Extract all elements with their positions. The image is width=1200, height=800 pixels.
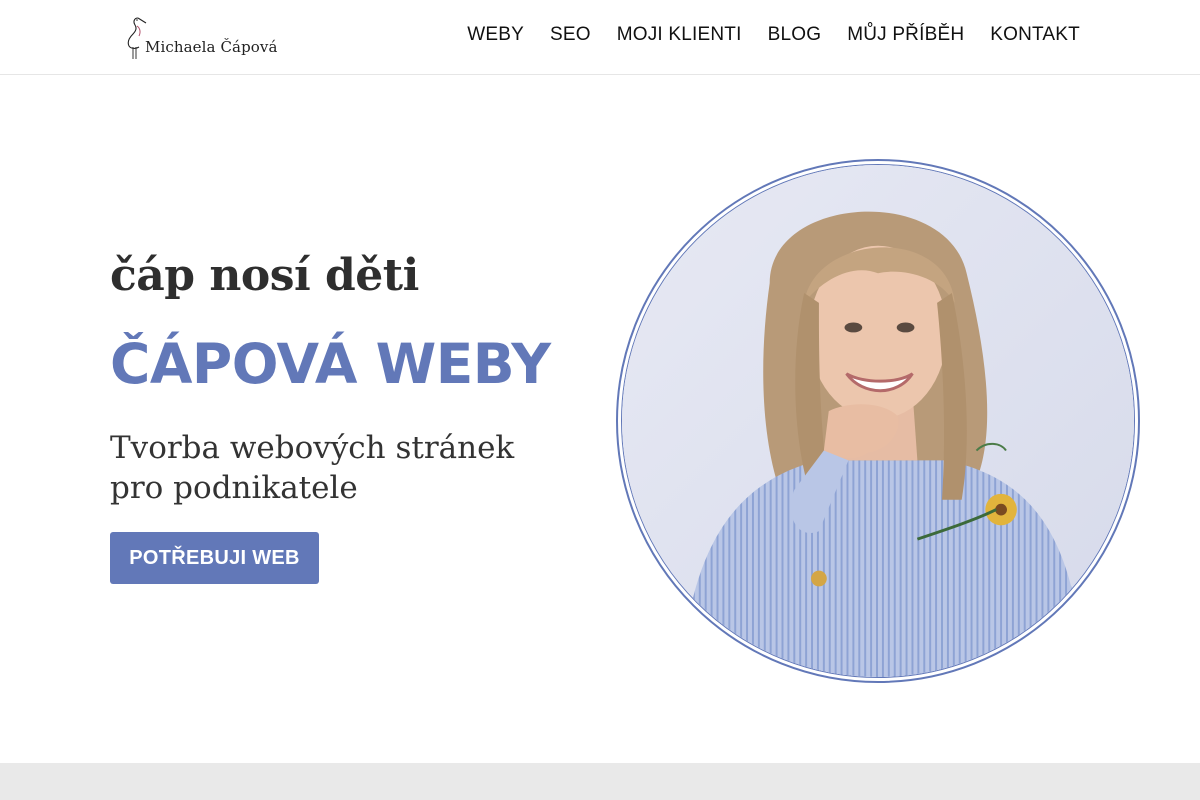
section-divider-band [0, 763, 1200, 800]
logo-text: Michaela Čápová [145, 38, 278, 56]
nav-item-blog[interactable]: BLOG [768, 22, 822, 48]
nav-item-moji-klienti[interactable]: MOJI KLIENTI [617, 22, 742, 48]
nav-item-kontakt[interactable]: KONTAKT [990, 22, 1080, 48]
nav-item-muj-pribeh[interactable]: MŮJ PŘÍBĚH [847, 22, 964, 48]
hero-subtitle-line1: Tvorba webových stránek [110, 430, 515, 466]
nav-item-seo[interactable]: SEO [550, 22, 591, 48]
hero-subtitle: Tvorba webových stránek pro podnikatele [110, 428, 580, 508]
nav-item-weby[interactable]: WEBY [467, 22, 524, 48]
main-nav: WEBY SEO MOJI KLIENTI BLOG MŮJ PŘÍBĚH KO… [441, 22, 1080, 48]
site-header: Michaela Čápová WEBY SEO MOJI KLIENTI BL… [0, 0, 1200, 75]
need-web-button[interactable]: POTŘEBUJI WEB [110, 532, 319, 584]
portrait-photo [621, 164, 1135, 678]
hero-subtitle-line2: pro podnikatele [110, 470, 358, 506]
logo-link[interactable]: Michaela Čápová [124, 14, 284, 62]
hero-tagline: čáp nosí děti [110, 250, 419, 301]
portrait-frame [616, 159, 1140, 683]
hero-brand-title: ČÁPOVÁ WEBY [110, 332, 551, 396]
